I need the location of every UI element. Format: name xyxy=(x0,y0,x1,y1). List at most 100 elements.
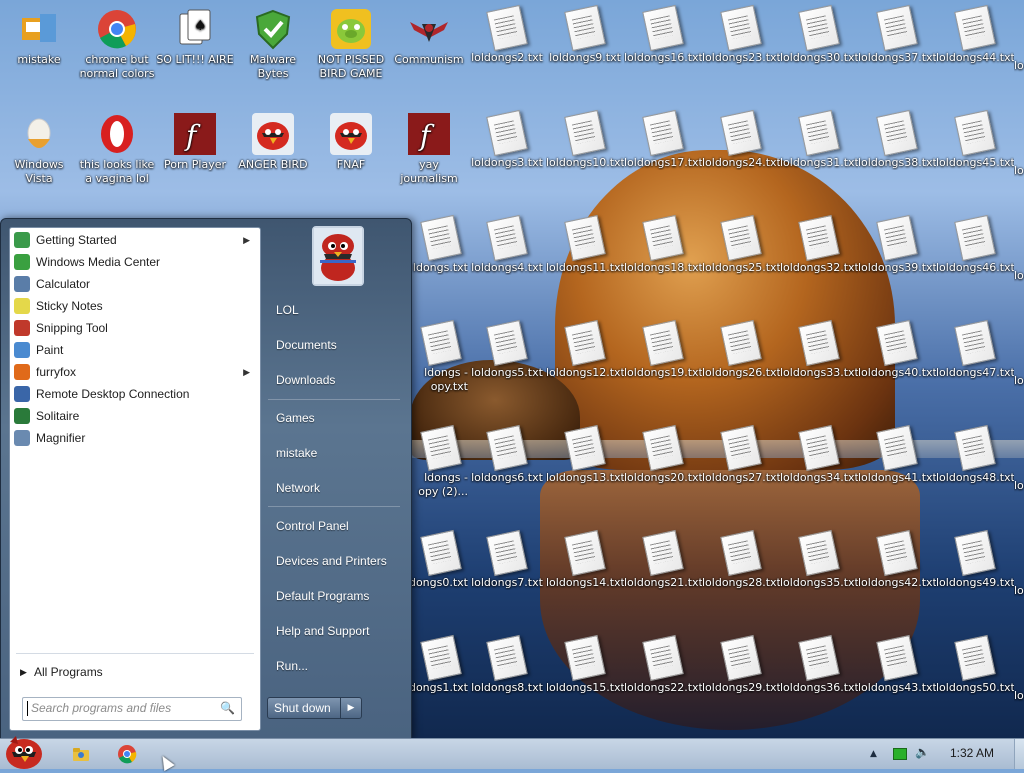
text-file-icon[interactable]: loldongs39.txt xyxy=(858,212,936,312)
right-pane-item[interactable]: Downloads xyxy=(268,367,411,393)
text-file-icon[interactable]: loldongs28.txt xyxy=(702,527,780,627)
text-file-icon[interactable]: loldongs32.txt xyxy=(780,212,858,312)
right-pane-item[interactable]: Devices and Printers xyxy=(268,548,411,574)
right-pane-item[interactable]: Run... xyxy=(268,653,411,679)
text-file-icon[interactable]: loldongs4.txt xyxy=(468,212,546,312)
text-file-icon[interactable]: loldongs17.txt xyxy=(624,107,702,207)
text-file-icon[interactable]: loldongs15.txt xyxy=(546,632,624,732)
text-file-icon[interactable]: loldongs38.txt xyxy=(858,107,936,207)
text-file-icon[interactable]: loldongs25.txt xyxy=(702,212,780,312)
desktop-icon[interactable]: NOT PISSED BIRD GAME xyxy=(312,2,390,102)
text-file-icon[interactable]: loldongs35.txt xyxy=(780,527,858,627)
taskbar-file-explorer-button[interactable] xyxy=(70,743,92,765)
text-file-icon[interactable]: loldongs18.txt xyxy=(624,212,702,312)
text-file-icon[interactable]: loldongs44.txt xyxy=(936,2,1014,102)
text-file-icon[interactable]: loldongs24.txt xyxy=(702,107,780,207)
text-file-icon[interactable]: loldongs31.txt xyxy=(780,107,858,207)
right-pane-item[interactable]: LOL xyxy=(268,297,411,323)
search-programs-input[interactable]: Search programs and files 🔍 xyxy=(22,697,242,721)
battery-icon[interactable] xyxy=(893,748,907,760)
desktop-icon[interactable]: FNAF xyxy=(312,107,390,207)
desktop-icon[interactable]: chrome but normal colors xyxy=(78,2,156,102)
text-file-icon[interactable]: loldongs22.txt xyxy=(624,632,702,732)
text-file-icon[interactable]: loldongs14.txt xyxy=(546,527,624,627)
clock[interactable]: 1:32 AM xyxy=(942,746,1002,760)
text-file-icon[interactable]: loldongs45.txt xyxy=(936,107,1014,207)
show-desktop-button[interactable] xyxy=(1014,739,1024,769)
text-file-icon[interactable]: loldongs9.txt xyxy=(546,2,624,102)
program-item[interactable]: Snipping Tool xyxy=(10,317,260,339)
text-file-icon[interactable]: loldongs42.txt xyxy=(858,527,936,627)
desktop-icon[interactable]: ♠ SO LIT!!! AIRE xyxy=(156,2,234,102)
desktop-icon[interactable]: ANGER BIRD xyxy=(234,107,312,207)
text-file-icon[interactable]: loldongs8.txt xyxy=(468,632,546,732)
program-item[interactable]: furryfox ▶ xyxy=(10,361,260,383)
text-file-icon[interactable]: loldongs3.txt xyxy=(468,107,546,207)
text-file-icon[interactable]: loldongs30.txt xyxy=(780,2,858,102)
text-file-icon[interactable]: loldongs23.txt xyxy=(702,2,780,102)
text-file-icon[interactable]: loldongs12.txt xyxy=(546,317,624,417)
text-file-icon[interactable]: loldongs40.txt xyxy=(858,317,936,417)
text-file-icon[interactable]: loldongs46.txt xyxy=(936,212,1014,312)
text-file-icon[interactable]: loldongs37.txt xyxy=(858,2,936,102)
all-programs-button[interactable]: ▶ All Programs xyxy=(20,662,103,682)
text-file-icon[interactable]: loldongs33.txt xyxy=(780,317,858,417)
text-file-icon[interactable]: loldongs2.txt xyxy=(468,2,546,102)
clipped-file-label[interactable]: lo xyxy=(1014,374,1024,388)
text-file-icon[interactable]: loldongs6.txt xyxy=(468,422,546,522)
right-pane-item[interactable]: Documents xyxy=(268,332,411,358)
program-item[interactable]: Sticky Notes xyxy=(10,295,260,317)
clipped-file-label[interactable]: lo xyxy=(1014,269,1024,283)
text-file-icon[interactable]: loldongs50.txt xyxy=(936,632,1014,732)
text-file-icon[interactable]: loldongs10.txt xyxy=(546,107,624,207)
text-file-icon[interactable]: loldongs20.txt xyxy=(624,422,702,522)
text-file-icon[interactable]: loldongs26.txt xyxy=(702,317,780,417)
text-file-icon[interactable]: loldongs29.txt xyxy=(702,632,780,732)
text-file-icon[interactable]: loldongs11.txt xyxy=(546,212,624,312)
right-pane-item[interactable]: Default Programs xyxy=(268,583,411,609)
text-file-icon[interactable]: loldongs43.txt xyxy=(858,632,936,732)
right-pane-item[interactable]: Control Panel xyxy=(268,513,411,539)
user-avatar[interactable] xyxy=(312,226,364,286)
desktop-icon[interactable]: mistake xyxy=(0,2,78,102)
program-item[interactable]: Calculator xyxy=(10,273,260,295)
shutdown-options-button[interactable]: ▶ xyxy=(340,697,362,719)
volume-icon[interactable]: 🔈 xyxy=(915,745,930,759)
desktop-icon[interactable]: Windows Vista xyxy=(0,107,78,207)
clipped-file-label[interactable]: lo xyxy=(1014,584,1024,598)
program-item[interactable]: Windows Media Center xyxy=(10,251,260,273)
program-item[interactable]: Solitaire xyxy=(10,405,260,427)
clipped-file-label[interactable]: lo xyxy=(1014,479,1024,493)
clipped-file-label[interactable]: lo xyxy=(1014,689,1024,703)
desktop-icon[interactable]: Communism xyxy=(390,2,468,102)
text-file-icon[interactable]: loldongs7.txt xyxy=(468,527,546,627)
text-file-icon[interactable]: loldongs13.txt xyxy=(546,422,624,522)
text-file-icon[interactable]: loldongs19.txt xyxy=(624,317,702,417)
start-button[interactable] xyxy=(2,732,48,770)
search-icon[interactable]: 🔍 xyxy=(220,701,235,715)
program-item[interactable]: Getting Started ▶ xyxy=(10,229,260,251)
clipped-file-label[interactable]: lo xyxy=(1014,164,1024,178)
show-hidden-icons-button[interactable]: ▲ xyxy=(870,749,877,759)
text-file-icon[interactable]: loldongs21.txt xyxy=(624,527,702,627)
program-item[interactable]: Remote Desktop Connection xyxy=(10,383,260,405)
clipped-file-label[interactable]: lo xyxy=(1014,59,1024,73)
shutdown-button[interactable]: Shut down xyxy=(267,697,347,719)
right-pane-item[interactable]: Games xyxy=(268,405,411,431)
text-file-icon[interactable]: loldongs49.txt xyxy=(936,527,1014,627)
desktop-icon[interactable]: f Porn Player xyxy=(156,107,234,207)
text-file-icon[interactable]: loldongs48.txt xyxy=(936,422,1014,522)
desktop-icon[interactable]: this looks like a vagina lol xyxy=(78,107,156,207)
text-file-icon[interactable]: loldongs34.txt xyxy=(780,422,858,522)
right-pane-item[interactable]: mistake xyxy=(268,440,411,466)
text-file-icon[interactable]: loldongs16.txt xyxy=(624,2,702,102)
taskbar-chrome-button[interactable] xyxy=(116,743,138,765)
text-file-icon[interactable]: loldongs27.txt xyxy=(702,422,780,522)
text-file-icon[interactable]: loldongs36.txt xyxy=(780,632,858,732)
program-item[interactable]: Paint xyxy=(10,339,260,361)
text-file-icon[interactable]: loldongs47.txt xyxy=(936,317,1014,417)
right-pane-item[interactable]: Help and Support xyxy=(268,618,411,644)
right-pane-item[interactable]: Network xyxy=(268,475,411,501)
program-item[interactable]: Magnifier xyxy=(10,427,260,449)
desktop-icon[interactable]: Malware Bytes xyxy=(234,2,312,102)
